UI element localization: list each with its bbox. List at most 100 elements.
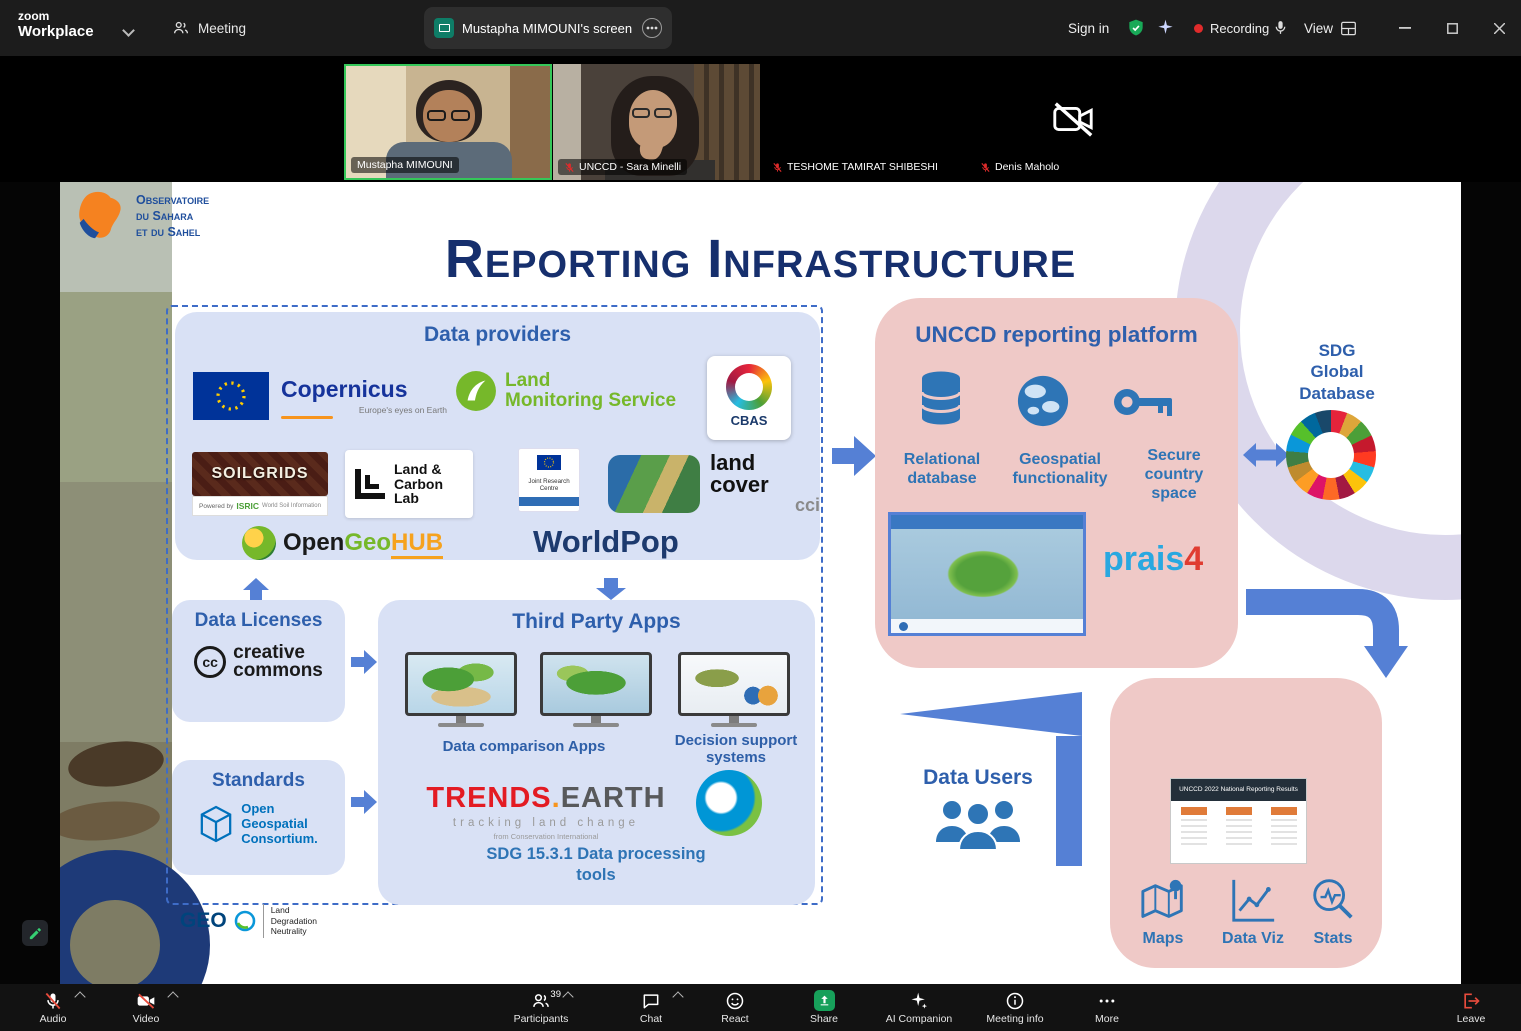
monitor-2 <box>540 652 652 727</box>
ogh-hub: HUB <box>391 529 443 559</box>
prais-text: prais <box>1103 540 1184 578</box>
mic-muted-icon <box>980 162 991 173</box>
meeting-info-button[interactable]: Meeting info <box>975 984 1055 1031</box>
mic-muted-icon <box>43 991 63 1011</box>
geo-swirl-icon <box>234 910 256 932</box>
feature-relational-db: Relational database <box>883 450 1001 488</box>
creative-commons-logo: cc creative commons <box>172 644 345 680</box>
video-tile-sara[interactable]: UNCCD - Sara Minelli <box>553 64 760 180</box>
sdg-wheel-icon <box>1286 410 1376 500</box>
more-button[interactable]: More <box>1067 984 1147 1031</box>
security-shield-icon[interactable] <box>1126 18 1146 43</box>
arrow-down-icon <box>596 578 626 600</box>
video-label: Video <box>133 1013 160 1025</box>
meeting-toolbar: Audio Video 39 Participants Chat React <box>0 984 1521 1031</box>
audio-options-caret[interactable] <box>74 991 85 1002</box>
chevron-down-icon[interactable] <box>124 22 133 40</box>
recording-indicator[interactable]: Recording <box>1194 0 1269 56</box>
tab-options-icon[interactable] <box>642 18 662 38</box>
meeting-info-label: Meeting info <box>986 1013 1043 1025</box>
participant-name: UNCCD - Sara Minelli <box>558 159 687 175</box>
brand-workplace: Workplace <box>18 23 94 41</box>
react-label: React <box>721 1013 748 1025</box>
annotate-button[interactable] <box>22 920 48 946</box>
video-options-caret[interactable] <box>167 991 178 1002</box>
avatar-glasses <box>632 108 650 118</box>
audio-button[interactable]: Audio <box>13 984 93 1031</box>
close-button[interactable] <box>1484 14 1514 42</box>
audio-label: Audio <box>40 1013 67 1025</box>
jrc-flag-icon <box>537 455 561 470</box>
tab-shared-screen-label: Mustapha MIMOUNI's screen <box>462 21 632 36</box>
report-screenshot: UNCCD 2022 National Reporting Results <box>1170 778 1307 864</box>
share-button[interactable]: Share <box>784 984 864 1031</box>
trends-sub2: from Conservation International <box>418 832 674 841</box>
chat-button[interactable]: Chat <box>611 984 691 1031</box>
sparkle-icon[interactable] <box>1156 18 1175 42</box>
tab-meeting[interactable]: Meeting <box>172 0 246 56</box>
video-strip: Mustapha MIMOUNI UNCCD - Sara Minelli TE… <box>0 56 1521 182</box>
copernicus-name: Copernicus <box>281 376 447 403</box>
caption-decision-support: Decision support systems <box>666 732 806 767</box>
cbas-swirl-icon <box>726 364 772 410</box>
chat-options-caret[interactable] <box>672 991 683 1002</box>
sign-in-button[interactable]: Sign in <box>1068 0 1109 56</box>
video-tile-mustapha[interactable]: Mustapha MIMOUNI <box>344 64 552 180</box>
avatar-glasses <box>654 108 672 118</box>
isric-name: ISRIC <box>236 501 259 511</box>
tab-shared-screen[interactable]: Mustapha MIMOUNI's screen <box>424 7 672 49</box>
arrow-elbow-down-icon <box>1240 580 1412 682</box>
sdg-database-label: SDG Global Database <box>1282 340 1392 404</box>
leave-label: Leave <box>1457 1013 1486 1025</box>
ai-companion-button[interactable]: AI Companion <box>879 984 959 1031</box>
land-carbon-lab-logo: Land & Carbon Lab <box>345 450 473 518</box>
slide-title: Reporting Infrastructure <box>60 228 1461 290</box>
video-tile-denis[interactable]: Denis Maholo <box>969 64 1176 180</box>
tab-meeting-label: Meeting <box>198 21 246 36</box>
isric-sub: World Soil Information <box>262 503 321 509</box>
video-button[interactable]: Video <box>106 984 186 1031</box>
react-button[interactable]: React <box>695 984 775 1031</box>
zoom-window: zoom Workplace Meeting Mustapha MIMOUNI'… <box>0 0 1521 1031</box>
cci-name: cci <box>710 496 820 516</box>
view-button[interactable]: View <box>1304 0 1357 56</box>
data-users-icon <box>932 794 1024 852</box>
participant-name: Mustapha MIMOUNI <box>351 157 459 173</box>
database-icon <box>919 370 963 426</box>
cc-circle-icon: cc <box>194 646 226 678</box>
ogh-geo: Geo <box>344 529 391 556</box>
opengeohub-globe-icon <box>242 526 276 560</box>
view-label: View <box>1304 21 1333 36</box>
participants-options-caret[interactable] <box>562 991 573 1002</box>
arrow-double-icon <box>1243 438 1289 472</box>
data-users-label: Data Users <box>912 766 1044 790</box>
participant-name: Denis Maholo <box>974 159 1065 175</box>
cc-text: creative commons <box>233 644 323 680</box>
geo-ldn-text: Land Degradation Neutrality <box>271 905 317 937</box>
trends-earth: EARTH <box>561 782 666 814</box>
maximize-button[interactable] <box>1437 14 1467 42</box>
participants-icon <box>531 991 551 1011</box>
meeting-icon <box>172 19 190 37</box>
arrow-right-large-icon <box>832 436 876 476</box>
participants-button[interactable]: 39 Participants <box>501 984 581 1031</box>
arrow-right-icon <box>351 790 377 814</box>
stats-icon <box>1308 874 1358 924</box>
chat-icon <box>641 991 661 1011</box>
share-label: Share <box>810 1013 838 1025</box>
soilgrids-name: SOILGRIDS <box>211 465 308 483</box>
tile-bg <box>510 66 550 180</box>
participants-count-badge: 39 <box>550 989 561 1000</box>
leave-button[interactable]: Leave <box>1431 984 1511 1031</box>
report-screenshot-title: UNCCD 2022 National Reporting Results <box>1171 779 1306 801</box>
lcl-name: Land & Carbon Lab <box>394 462 443 506</box>
camera-off-icon <box>1050 96 1096 147</box>
arrow-right-icon <box>351 650 377 674</box>
soilgrids-logo: SOILGRIDS Powered by ISRIC World Soil In… <box>192 452 328 518</box>
ogc-logo: Open Geospatial Consortium. <box>172 802 345 847</box>
sign-in-label: Sign in <box>1068 21 1109 36</box>
minimize-button[interactable] <box>1390 14 1420 42</box>
mic-muted-icon <box>772 162 783 173</box>
globe-icon <box>1016 374 1070 428</box>
video-tile-teshome[interactable]: TESHOME TAMIRAT SHIBESHI <box>761 64 968 180</box>
